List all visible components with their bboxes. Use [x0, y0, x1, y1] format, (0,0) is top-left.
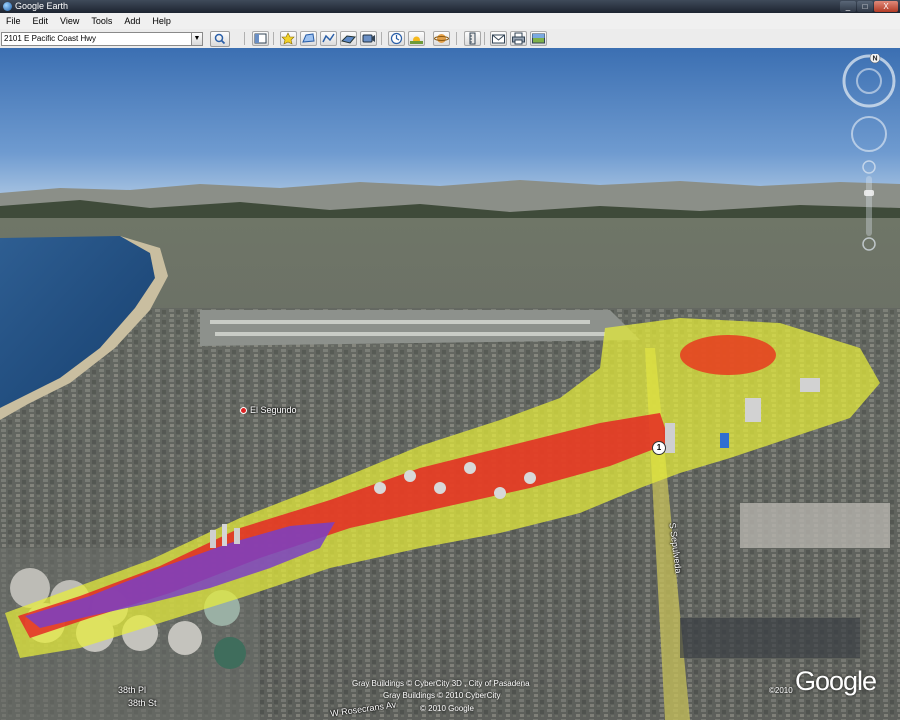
zoom-track[interactable] [866, 176, 872, 236]
runway [215, 332, 605, 336]
runway [210, 320, 590, 324]
sky [0, 48, 900, 198]
toolbar-separator [456, 32, 457, 45]
street-label-38th-pl: 38th Pl [118, 685, 147, 695]
tank-3d [434, 482, 446, 494]
hazard-zone-red-north [680, 335, 776, 375]
move-joystick[interactable] [851, 116, 887, 152]
google-earth-app-icon [3, 2, 12, 11]
airport-lax [200, 310, 640, 346]
close-button[interactable]: X [874, 1, 898, 12]
print-button[interactable] [510, 31, 527, 46]
image-overlay-icon [341, 35, 356, 44]
ruler-icon [469, 32, 476, 45]
historical-imagery-button[interactable] [388, 31, 405, 46]
add-image-overlay-button[interactable] [340, 31, 357, 46]
building-3d [720, 433, 729, 448]
building-3d [745, 398, 761, 422]
search-button[interactable] [210, 31, 230, 47]
ruler-button[interactable] [464, 31, 481, 46]
save-image-button[interactable] [530, 31, 547, 46]
menu-tools[interactable]: Tools [85, 13, 118, 29]
compass-north-icon[interactable]: N [869, 54, 881, 64]
look-joystick[interactable] [842, 54, 896, 108]
navigation-controls: N [842, 54, 896, 251]
zoom-thumb[interactable] [864, 190, 874, 196]
earth-scene [0, 48, 900, 720]
historical-imagery-icon [390, 32, 403, 45]
maximize-button[interactable]: □ [857, 1, 873, 12]
building-3d [800, 378, 820, 392]
reservoir [214, 637, 246, 669]
zoom-slider[interactable] [862, 160, 876, 251]
place-marker-icon [240, 407, 247, 415]
sunlight-icon [410, 36, 423, 44]
parking-lot [680, 618, 860, 658]
toolbar-separator [484, 32, 485, 45]
toolbar-separator [244, 32, 245, 45]
toolbar: 2101 E Pacific Coast Hwy ▼ [0, 29, 900, 49]
menu-file[interactable]: File [0, 13, 27, 29]
menu-bar: File Edit View Tools Add Help [0, 13, 900, 30]
minimize-button[interactable]: _ [840, 1, 856, 12]
record-tour-icon [362, 34, 375, 43]
toolbar-separator [273, 32, 274, 45]
storage-tank [168, 621, 202, 655]
path-icon [322, 33, 335, 43]
record-tour-button[interactable] [360, 31, 377, 46]
compass-n-label: N [872, 56, 877, 63]
switch-planet-button[interactable] [433, 31, 450, 46]
polygon-icon [302, 33, 315, 43]
print-icon [512, 32, 525, 45]
add-placemark-button[interactable] [280, 31, 297, 46]
add-polygon-button[interactable] [300, 31, 317, 46]
menu-add[interactable]: Add [118, 13, 146, 29]
save-image-icon [532, 33, 545, 44]
sunlight-button[interactable] [408, 31, 425, 46]
building-3d [222, 524, 227, 546]
tank-3d [404, 470, 416, 482]
imagery-credit-line3: © 2010 Google [420, 704, 474, 713]
place-label-el-segundo[interactable]: El Segundo [240, 405, 297, 415]
sidebar-toggle-button[interactable] [252, 31, 269, 46]
tank-3d [524, 472, 536, 484]
toolbar-separator [381, 32, 382, 45]
magnifier-icon [214, 33, 226, 45]
zoom-out-icon[interactable] [862, 237, 876, 251]
tank-3d [494, 487, 506, 499]
menu-view[interactable]: View [54, 13, 85, 29]
search-history-dropdown[interactable]: ▼ [191, 32, 203, 46]
highway-1-shield: 1 [652, 441, 666, 455]
add-path-button[interactable] [320, 31, 337, 46]
earth-3d-viewport[interactable]: El Segundo 1 38th Pl 38th St W Rosecrans… [0, 48, 900, 720]
tank-3d [374, 482, 386, 494]
building-3d [234, 528, 240, 544]
logo-copyright-year: ©2010 [769, 686, 793, 695]
window-controls: _ □ X [840, 1, 898, 12]
imagery-credit-line2: Gray Buildings © 2010 CyberCity [383, 691, 501, 700]
tank-3d [464, 462, 476, 474]
menu-help[interactable]: Help [146, 13, 177, 29]
street-label-38th-st: 38th St [128, 698, 157, 708]
title-bar: Google Earth _ □ X [0, 0, 900, 13]
window-title: Google Earth [15, 1, 69, 11]
imagery-credit-line1: Gray Buildings © CyberCity 3D , City of … [352, 679, 530, 688]
zoom-in-icon[interactable] [862, 160, 876, 174]
email-icon [492, 34, 505, 44]
google-logo: Google [795, 666, 877, 696]
warehouse [740, 503, 890, 548]
search-input[interactable]: 2101 E Pacific Coast Hwy [1, 32, 194, 46]
email-button[interactable] [490, 31, 507, 46]
sidebar-toggle-icon [254, 33, 267, 44]
menu-edit[interactable]: Edit [27, 13, 55, 29]
building-3d [210, 530, 216, 548]
placemark-icon [281, 32, 295, 45]
planets-icon [434, 34, 449, 43]
building-3d [665, 423, 675, 453]
